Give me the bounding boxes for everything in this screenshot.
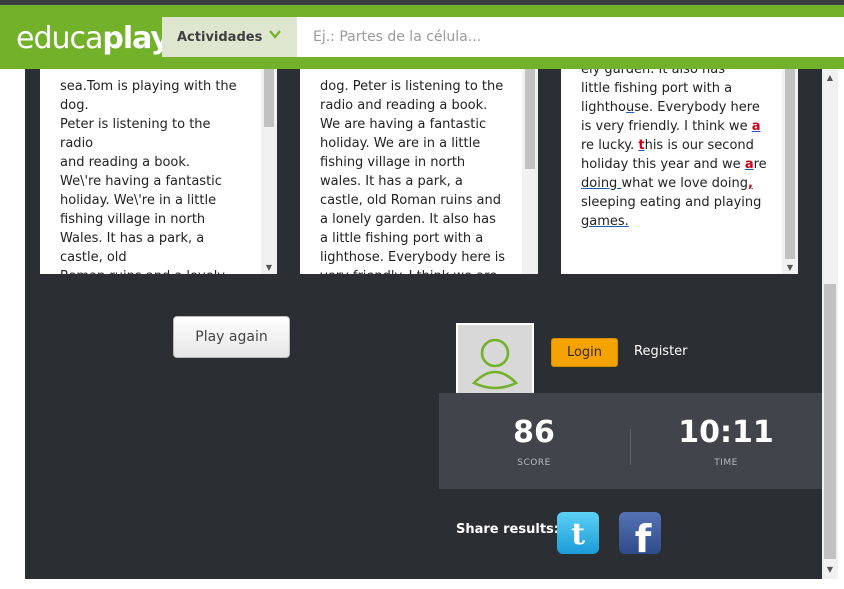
text-fragment: his is our second: [644, 138, 754, 153]
original-text: sea.Tom is playing with the dog. Peter i…: [60, 79, 237, 274]
score-stat: 86 SCORE: [439, 393, 629, 489]
user-icon: [471, 338, 519, 390]
logo-part-educa: educa: [16, 21, 103, 56]
educaplay-logo[interactable]: educaplay: [16, 21, 170, 56]
activities-dropdown[interactable]: Actividades: [162, 17, 297, 57]
scroll-down-arrow[interactable]: ▼: [822, 563, 838, 577]
text-fragment: re lucky.: [581, 138, 639, 153]
scrollbar-thumb[interactable]: [824, 284, 836, 559]
svg-text:t: t: [571, 517, 585, 552]
corrected-line: games.: [581, 214, 629, 229]
corrected-line: re lucky. this is our second: [581, 136, 776, 155]
scrollbar-thumb[interactable]: [264, 69, 274, 127]
original-text-box[interactable]: sea.Tom is playing with the dog. Peter i…: [40, 69, 277, 274]
search-input[interactable]: [297, 17, 844, 57]
scroll-down-arrow[interactable]: ▼: [782, 263, 798, 272]
page-scrollbar[interactable]: ▲ ▼: [822, 69, 838, 579]
text-fragment: doing: [581, 176, 622, 191]
facebook-icon: f: [635, 517, 652, 554]
time-label: TIME: [714, 458, 738, 468]
chevron-down-icon: [269, 30, 281, 39]
avatar: [456, 323, 534, 402]
error-mark: a: [744, 157, 754, 172]
text-fragment: is very friendly. I think we: [581, 119, 752, 134]
answer-text: dog. Peter is listening to the radio and…: [320, 79, 506, 274]
svg-text:f: f: [635, 517, 652, 554]
text-fragment: holiday this year and we: [581, 157, 745, 172]
corrected-text-box[interactable]: ely garden. It also has little fishing p…: [561, 69, 798, 274]
scroll-up-arrow[interactable]: ▲: [822, 71, 838, 85]
login-button[interactable]: Login: [551, 338, 618, 367]
error-mark: a: [751, 119, 761, 134]
logo-part-play: play: [102, 21, 170, 56]
time-value: 10:11: [678, 415, 774, 450]
facebook-share-button[interactable]: f: [619, 512, 661, 554]
answer-text-box[interactable]: dog. Peter is listening to the radio and…: [300, 69, 538, 274]
corrected-line: sleeping eating and playing: [581, 195, 762, 210]
corrected-text-scrollbar[interactable]: ▼: [782, 69, 798, 274]
corrected-line: doing what we love doing,: [581, 174, 776, 193]
twitter-icon: t: [571, 517, 585, 552]
error-mark: ,: [747, 176, 753, 191]
original-text-scrollbar[interactable]: ▼: [261, 69, 277, 274]
game-results-panel: sea.Tom is playing with the dog. Peter i…: [25, 69, 822, 579]
corrected-text: ely garden. It also has little fishing p…: [581, 69, 776, 231]
results-stats: 86 SCORE 10:11 TIME: [439, 393, 822, 489]
text-fragment: what we love doing: [621, 176, 748, 191]
corrected-line: ely garden. It also has: [581, 69, 726, 77]
text-fragment: re: [753, 157, 767, 172]
share-results-label: Share results:: [456, 522, 559, 537]
register-link[interactable]: Register: [634, 344, 688, 359]
scrollbar-thumb[interactable]: [525, 69, 535, 169]
score-label: SCORE: [517, 458, 551, 468]
corrected-line: holiday this year and we are: [581, 155, 776, 174]
text-fragment: lightho: [581, 100, 627, 115]
play-again-button[interactable]: Play again: [173, 316, 290, 358]
score-value: 86: [513, 415, 555, 450]
scroll-down-arrow[interactable]: ▼: [261, 263, 277, 272]
corrected-line: little fishing port with a: [581, 81, 733, 96]
corrected-line: lighthouse. Everybody here: [581, 98, 776, 117]
time-stat: 10:11 TIME: [631, 393, 821, 489]
site-header: educaplay Actividades: [0, 5, 844, 69]
scrollbar-thumb[interactable]: [785, 69, 795, 259]
activities-label: Actividades: [177, 29, 263, 45]
answer-text-scrollbar[interactable]: [522, 69, 538, 274]
twitter-share-button[interactable]: t: [557, 512, 599, 554]
text-fragment: se. Everybody here: [634, 100, 760, 115]
corrected-line: is very friendly. I think we a: [581, 117, 776, 136]
